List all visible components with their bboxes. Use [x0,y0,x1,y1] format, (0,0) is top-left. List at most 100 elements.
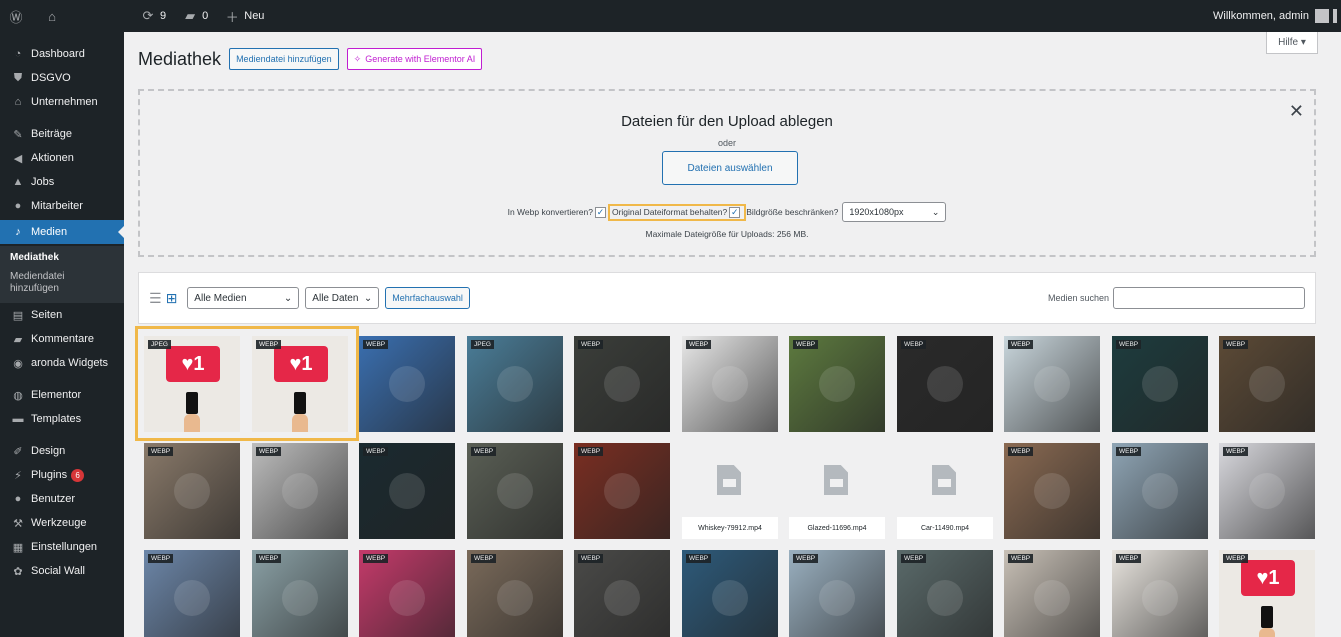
image-attachment[interactable]: WEBP [359,443,455,539]
video-attachment[interactable]: Glazed-11696.mp4 [789,443,885,539]
image-attachment[interactable]: WEBP [1219,336,1315,432]
add-media-button[interactable]: Mediendatei hinzufügen [229,48,339,70]
image-attachment[interactable]: ♥1 WEBP [1219,550,1315,637]
search-input[interactable] [1113,287,1305,309]
image-attachment[interactable]: WEBP [789,550,885,637]
video-attachment[interactable]: Whiskey-79912.mp4 [682,443,778,539]
updates-count: 9 [160,10,167,22]
image-attachment[interactable]: WEBP [1112,550,1208,637]
media-type-filter[interactable]: Alle Medien ⌄ [187,287,300,309]
image-attachment[interactable]: WEBP [144,443,240,539]
submenu-mediathek[interactable]: Mediathek [0,250,124,266]
file-type-tag: WEBP [148,447,174,456]
comments-count: 0 [202,10,209,22]
sidebar-item-dsgvo[interactable]: ⛊ DSGVO [0,66,124,90]
help-tab[interactable]: Hilfe ▾ [1266,32,1318,54]
select-files-button[interactable]: Dateien auswählen [662,151,798,185]
image-attachment[interactable]: WEBP [1004,336,1100,432]
image-attachment[interactable]: WEBP [682,550,778,637]
sidebar-item-einstellungen[interactable]: ▦ Einstellungen [0,535,124,559]
bulk-select-button[interactable]: Mehrfachauswahl [385,287,470,309]
file-type-tag: WEBP [1223,554,1249,563]
sidebar-item-werkzeuge[interactable]: ⚒ Werkzeuge [0,511,124,535]
image-attachment[interactable]: WEBP [252,550,348,637]
wordpress-logo-button[interactable]: Ⓦ [0,0,36,32]
sidebar-item-aktionen[interactable]: ◀ Aktionen [0,146,124,170]
file-type-tag: WEBP [1223,447,1249,456]
grid-view-icon[interactable]: ⊞ [166,290,178,307]
updates-button[interactable]: ⟳ 9 [132,0,174,32]
image-attachment[interactable]: WEBP [252,443,348,539]
image-attachment[interactable]: WEBP [359,550,455,637]
sidebar-label: Kommentare [31,333,94,345]
sidebar-item-social-wall[interactable]: ✿ Social Wall [0,559,124,583]
image-attachment[interactable]: WEBP [1112,443,1208,539]
image-attachment[interactable]: WEBP [897,550,993,637]
elementor-ai-button[interactable]: ✧ Generate with Elementor AI [346,48,483,70]
image-attachment[interactable]: WEBP [682,336,778,432]
page-title: Mediathek [138,48,222,69]
widget-icon: ◉ [13,357,23,370]
image-attachment[interactable]: WEBP [467,443,563,539]
image-attachment[interactable]: WEBP [789,336,885,432]
image-size-select[interactable]: 1920x1080px ⌄ [842,202,947,222]
sidebar-item-kommentare[interactable]: ▰ Kommentare [0,327,124,351]
file-type-tag: WEBP [901,340,927,349]
sidebar-item-unternehmen[interactable]: ⌂ Unternehmen [0,90,124,114]
file-type-tag: WEBP [256,447,282,456]
photo-thumbnail [927,366,963,402]
keep-format-checkbox[interactable]: ✓ [729,206,741,218]
image-attachment[interactable]: WEBP [574,550,670,637]
new-content-button[interactable]: ＋ Neu [216,0,272,32]
file-type-tag: WEBP [578,554,604,563]
sidebar-item-jobs[interactable]: ▲ Jobs [0,170,124,194]
sidebar-label: Dashboard [31,48,85,60]
file-type-tag: WEBP [148,554,174,563]
sidebar-item-templates[interactable]: ▬ Templates [0,407,124,431]
comments-button[interactable]: ▰ 0 [174,0,216,32]
image-attachment[interactable]: WEBP [1112,336,1208,432]
image-attachment[interactable]: WEBP [1219,443,1315,539]
sidebar-item-seiten[interactable]: ▤ Seiten [0,303,124,327]
image-attachment[interactable]: WEBP [574,443,670,539]
upload-dropzone[interactable]: ✕ Dateien für den Upload ablegen oder Da… [138,89,1316,257]
image-attachment[interactable]: JPEG [467,336,563,432]
submenu-add-media[interactable]: Mediendatei hinzufügen [0,269,90,297]
sidebar-item-dashboard[interactable]: ◔ Dashboard [0,42,124,66]
sidebar-label: Jobs [31,176,55,188]
image-attachment[interactable]: WEBP [1004,550,1100,637]
camera-icon [723,479,736,487]
dashboard-icon: ◔ [14,48,22,60]
file-type-tag: WEBP [471,554,497,563]
image-attachment[interactable]: WEBP [467,550,563,637]
users-icon: ● [14,493,22,505]
sidebar-item-medien[interactable]: ♪ Medien [0,220,124,244]
video-attachment[interactable]: Car-11490.mp4 [897,443,993,539]
image-attachment[interactable]: WEBP [359,336,455,432]
sidebar-item-beitraege[interactable]: ✎ Beiträge [0,122,124,146]
sidebar-item-aronda-widgets[interactable]: ◉ aronda Widgets [0,351,124,375]
medien-submenu: Mediathek Mediendatei hinzufügen [0,246,124,303]
image-attachment[interactable]: WEBP [1004,443,1100,539]
file-type-tag: WEBP [1223,340,1249,349]
webp-checkbox[interactable]: ✓ [594,206,606,218]
file-type-tag: WEBP [363,554,389,563]
image-attachment[interactable]: WEBP [574,336,670,432]
date-filter[interactable]: Alle Daten ⌄ [305,287,380,309]
sidebar-item-design[interactable]: ✐ Design [0,439,124,463]
file-type-tag: WEBP [1008,340,1034,349]
sidebar-label: Aktionen [31,152,74,164]
sidebar-item-elementor[interactable]: ◍ Elementor [0,383,124,407]
list-view-icon[interactable]: ☰ [149,290,162,307]
site-home-button[interactable]: ⌂ [36,0,72,32]
image-attachment[interactable]: WEBP [144,550,240,637]
photo-thumbnail [819,580,855,616]
sidebar-item-plugins[interactable]: ⚡ Plugins 6 [0,463,124,487]
account-menu[interactable]: Willkommen, admin [1213,9,1341,23]
sidebar-item-mitarbeiter[interactable]: ● Mitarbeiter [0,194,124,218]
sidebar-item-benutzer[interactable]: ● Benutzer [0,487,124,511]
photo-thumbnail [712,366,748,402]
image-attachment[interactable]: WEBP [897,336,993,432]
elementor-icon: ◍ [13,389,23,402]
plugin-icon: ⚡ [14,469,22,482]
